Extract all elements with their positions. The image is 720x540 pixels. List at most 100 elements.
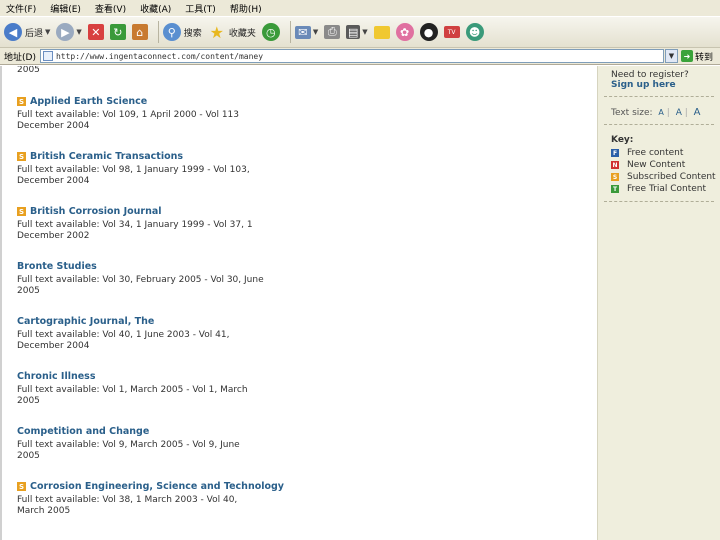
journal-title: Competition and Change (17, 426, 150, 437)
print-button[interactable]: ⎙ (324, 19, 341, 45)
journal-title-link[interactable]: Competition and Change (17, 426, 317, 437)
toolbar: ◀ 后退 ▼ ▶ ▼ ✕ ↻ ⌂ ⚲ 搜索 ★ 收藏夹 ◷ ✉ ▼ ⎙ ▤ ▼ … (0, 16, 720, 48)
forward-button[interactable]: ▶ ▼ (56, 19, 82, 45)
search-label: 搜索 (183, 28, 202, 39)
edit-page-icon: ▤ (346, 25, 361, 39)
subscribed-icon: S (17, 97, 26, 106)
register-question: Need to register? (611, 70, 689, 80)
list-item: Bronte Studies Full text available: Vol … (17, 261, 317, 297)
free-trial-icon: T (611, 185, 619, 193)
key-label: Free content (627, 148, 684, 158)
availability-tail: 2005 (17, 286, 40, 296)
availability-tail: 2005 (17, 396, 40, 406)
messenger-button[interactable]: ☻ (465, 19, 484, 45)
key-item-new: N New Content (611, 159, 720, 171)
journal-title-link[interactable]: S Applied Earth Science (17, 96, 317, 107)
key-label: Free Trial Content (627, 184, 707, 194)
back-arrow-icon: ◀ (4, 23, 22, 41)
folder-button[interactable] (373, 19, 390, 45)
edit-button[interactable]: ▤ ▼ (346, 19, 368, 45)
tv-button[interactable]: TV (443, 19, 460, 45)
list-item: S British Corrosion Journal Full text av… (17, 206, 317, 242)
subscribed-icon: S (17, 207, 26, 216)
menu-help[interactable]: 帮助(H) (230, 2, 262, 15)
back-label: 后退 (25, 28, 44, 39)
text-size-small[interactable]: A (658, 108, 663, 117)
content-key: Key: F Free content N New Content S Subs… (598, 125, 720, 195)
availability-tail: December 2002 (17, 231, 90, 241)
text-size-large[interactable]: A (694, 107, 701, 118)
availability-tail: December 2004 (17, 176, 90, 186)
address-dropdown-icon[interactable]: ▼ (664, 49, 678, 63)
journal-title-link[interactable]: S British Corrosion Journal (17, 206, 317, 217)
qq-button[interactable]: ● (419, 19, 438, 45)
list-item: S Corrosion Engineering, Science and Tec… (17, 481, 317, 517)
history-icon: ◷ (261, 23, 280, 41)
availability-text: Full text available: Vol 30, February 20… (17, 275, 264, 285)
list-item: S British Ceramic Transactions Full text… (17, 151, 317, 187)
mail-button[interactable]: ✉ ▼ (294, 19, 318, 45)
edit-dropdown-icon[interactable]: ▼ (362, 28, 367, 36)
availability-text: Full text available: Vol 40, 1 June 2003… (17, 330, 230, 340)
subscribed-content-icon: S (611, 173, 619, 181)
journal-title-link[interactable]: S Corrosion Engineering, Science and Tec… (17, 481, 317, 492)
penguin-icon: ● (419, 23, 438, 41)
journal-title-link[interactable]: Bronte Studies (17, 261, 317, 272)
text-size-medium[interactable]: A (676, 108, 682, 118)
back-button[interactable]: ◀ 后退 ▼ (4, 19, 50, 45)
menu-favorites[interactable]: 收藏(A) (140, 2, 171, 15)
divider (604, 201, 714, 202)
availability-text: Full text available: Vol 109, 1 April 20… (17, 110, 240, 120)
list-item: Chronic Illness Full text available: Vol… (17, 371, 317, 407)
go-label: 转到 (694, 52, 713, 63)
page-icon (42, 51, 53, 61)
availability-tail: December 2004 (17, 121, 90, 131)
key-heading: Key: (611, 135, 634, 145)
journal-list: 2005 S Applied Earth Science Full text a… (0, 66, 597, 540)
toolbar-separator (289, 21, 291, 43)
stop-button[interactable]: ✕ (87, 19, 104, 45)
text-size-control: Text size: A | A | A (611, 107, 701, 118)
journal-title: Chronic Illness (17, 371, 96, 382)
availability-tail: 2005 (17, 451, 40, 461)
journal-title: Bronte Studies (17, 261, 97, 272)
back-dropdown-icon[interactable]: ▼ (45, 28, 50, 36)
search-icon: ⚲ (162, 23, 181, 41)
availability-text: Full text available: Vol 34, 1 January 1… (17, 220, 253, 230)
menu-tools[interactable]: 工具(T) (185, 2, 216, 15)
menu-bar: 文件(F) 编辑(E) 查看(V) 收藏(A) 工具(T) 帮助(H) (0, 0, 720, 16)
availability-text: Full text available: Vol 38, 1 March 200… (17, 495, 238, 505)
availability-text: Full text available: Vol 1, March 2005 -… (17, 385, 248, 395)
home-icon: ⌂ (131, 24, 148, 40)
favorites-button[interactable]: ★ 收藏夹 (208, 19, 256, 45)
menu-file[interactable]: 文件(F) (6, 2, 36, 15)
forward-dropdown-icon[interactable]: ▼ (76, 28, 81, 36)
list-item: Cartographic Journal, The Full text avai… (17, 316, 317, 352)
flower-button[interactable]: ✿ (395, 19, 414, 45)
home-button[interactable]: ⌂ (131, 19, 148, 45)
sign-up-link[interactable]: Sign up here (611, 80, 720, 90)
history-button[interactable]: ◷ (261, 19, 280, 45)
journal-title: Corrosion Engineering, Science and Techn… (30, 481, 285, 492)
journal-title-link[interactable]: S British Ceramic Transactions (17, 151, 317, 162)
journal-title-link[interactable]: Chronic Illness (17, 371, 317, 382)
journal-title-link[interactable]: Cartographic Journal, The (17, 316, 317, 327)
address-url: http://www.ingentaconnect.com/content/ma… (55, 51, 264, 61)
mail-dropdown-icon[interactable]: ▼ (313, 28, 318, 36)
refresh-button[interactable]: ↻ (109, 19, 126, 45)
go-button[interactable]: ➜ 转到 (680, 50, 713, 63)
key-item-free: F Free content (611, 147, 720, 159)
search-button[interactable]: ⚲ 搜索 (162, 19, 202, 45)
stop-icon: ✕ (87, 24, 104, 40)
text-size-label: Text size: (611, 108, 653, 118)
journal-title: Cartographic Journal, The (17, 316, 155, 327)
journal-title: Applied Earth Science (30, 96, 148, 107)
go-arrow-icon: ➜ (680, 50, 693, 62)
address-input[interactable]: http://www.ingentaconnect.com/content/ma… (39, 49, 664, 63)
availability-tail: March 2005 (17, 506, 71, 516)
register-box: Need to register? Sign up here (598, 66, 720, 90)
address-bar: 地址(D) http://www.ingentaconnect.com/cont… (0, 48, 720, 65)
menu-edit[interactable]: 编辑(E) (50, 2, 81, 15)
menu-view[interactable]: 查看(V) (95, 2, 126, 15)
list-item: Competition and Change Full text availab… (17, 426, 317, 462)
